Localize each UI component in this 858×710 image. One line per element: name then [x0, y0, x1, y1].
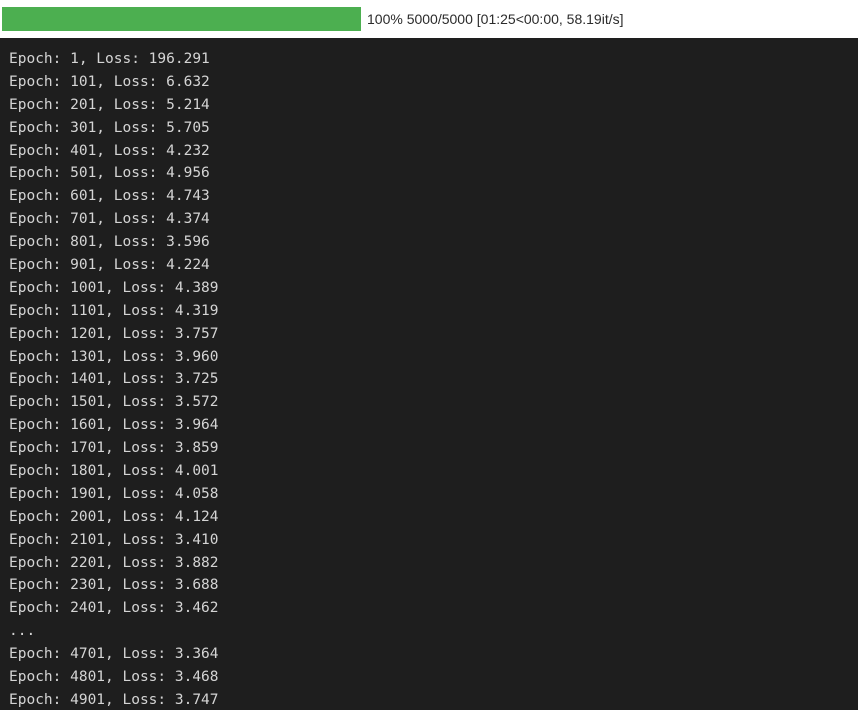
log-line: Epoch: 201, Loss: 5.214	[9, 96, 210, 113]
training-log: Epoch: 1, Loss: 196.291 Epoch: 101, Loss:…	[9, 48, 219, 710]
log-line: Epoch: 601, Loss: 4.743	[9, 188, 210, 205]
log-line: Epoch: 1, Loss: 196.291	[9, 51, 210, 67]
log-line: Epoch: 4701, Loss: 3.364	[9, 646, 219, 663]
log-line: Epoch: 1201, Loss: 3.757	[9, 325, 219, 342]
log-line: Epoch: 901, Loss: 4.224	[9, 257, 210, 274]
log-line: ...	[9, 623, 36, 640]
progress-bar-fill	[2, 7, 361, 31]
log-line: Epoch: 501, Loss: 4.956	[9, 165, 210, 182]
progress-row: 100% 5000/5000 [01:25<00:00, 58.19it/s]	[0, 0, 858, 38]
log-line: Epoch: 1101, Loss: 4.319	[9, 302, 219, 319]
log-line: Epoch: 701, Loss: 4.374	[9, 211, 210, 228]
cell-output[interactable]: Epoch: 1, Loss: 196.291 Epoch: 101, Loss:…	[0, 38, 858, 710]
log-line: Epoch: 1501, Loss: 3.572	[9, 394, 219, 411]
log-line: Epoch: 2301, Loss: 3.688	[9, 577, 219, 594]
log-line: Epoch: 2401, Loss: 3.462	[9, 600, 219, 617]
log-line: Epoch: 1801, Loss: 4.001	[9, 463, 219, 480]
log-line: Epoch: 401, Loss: 4.232	[9, 142, 210, 159]
log-line: Epoch: 2101, Loss: 3.410	[9, 531, 219, 548]
log-line: Epoch: 2001, Loss: 4.124	[9, 508, 219, 525]
log-line: Epoch: 1701, Loss: 3.859	[9, 440, 219, 457]
progress-status-text: 100% 5000/5000 [01:25<00:00, 58.19it/s]	[367, 11, 624, 27]
log-line: Epoch: 4901, Loss: 3.747	[9, 691, 219, 708]
log-line: Epoch: 2201, Loss: 3.882	[9, 554, 219, 571]
log-line: Epoch: 801, Loss: 3.596	[9, 234, 210, 251]
log-line: Epoch: 1601, Loss: 3.964	[9, 417, 219, 434]
log-line: Epoch: 1901, Loss: 4.058	[9, 485, 219, 502]
log-line: Epoch: 4801, Loss: 3.468	[9, 669, 219, 686]
log-line: Epoch: 1001, Loss: 4.389	[9, 279, 219, 296]
log-line: Epoch: 1301, Loss: 3.960	[9, 348, 219, 365]
log-line: Epoch: 101, Loss: 6.632	[9, 73, 210, 90]
log-line: Epoch: 1401, Loss: 3.725	[9, 371, 219, 388]
progress-bar	[2, 7, 361, 31]
log-line: Epoch: 301, Loss: 5.705	[9, 119, 210, 136]
